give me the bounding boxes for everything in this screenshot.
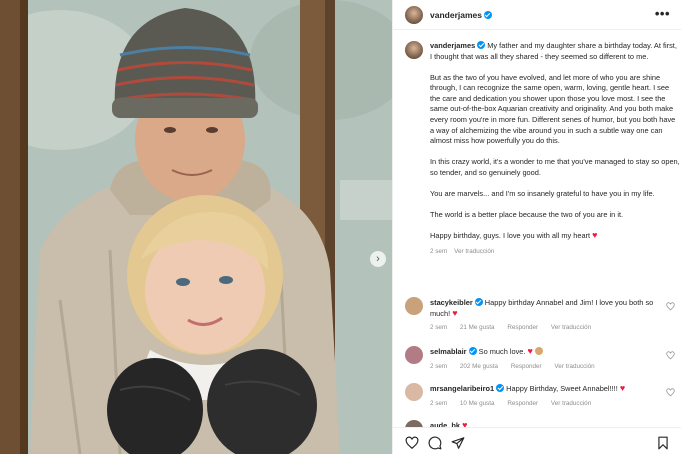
comment-likes[interactable]: 21 Me gusta (460, 324, 495, 331)
more-options-icon[interactable]: ••• (655, 6, 670, 21)
header-username[interactable]: vanderjames (430, 10, 482, 20)
verified-badge-icon (483, 11, 492, 19)
reply-button[interactable]: Responder (507, 324, 538, 331)
comment-likes[interactable]: 10 Me gusta (460, 400, 495, 407)
share-icon[interactable] (451, 436, 465, 450)
comment-text: Happy Birthday, Sweet Annabel!!!! (506, 384, 618, 393)
heart-icon[interactable] (666, 388, 675, 397)
avatar[interactable] (405, 383, 423, 401)
comment-time[interactable]: 2 sem (430, 363, 447, 370)
avatar[interactable] (405, 297, 423, 315)
translate-link[interactable]: Ver traducción (551, 400, 591, 407)
comment-icon[interactable] (428, 436, 442, 450)
avatar[interactable] (405, 41, 423, 59)
translate-link[interactable]: Ver traducción (554, 363, 594, 370)
verified-badge-icon (474, 298, 483, 306)
caption-paragraph: In this crazy world, it's a wonder to me… (430, 157, 680, 177)
verified-badge-icon (477, 41, 486, 49)
avatar[interactable] (405, 346, 423, 364)
comment-username[interactable]: selmablair (430, 347, 467, 356)
caption-username[interactable]: vanderjames (430, 41, 475, 50)
post-photo[interactable]: › (0, 0, 392, 454)
comments-scroll-area[interactable]: vanderjames My father and my daughter sh… (393, 31, 681, 427)
post-side-panel: vanderjames ••• vanderjames My father an… (392, 0, 681, 454)
post-header: vanderjames ••• (393, 0, 681, 30)
face-emoji-icon (534, 347, 543, 355)
photo-illustration (0, 0, 392, 454)
heart-icon[interactable] (405, 436, 419, 450)
heart-emoji: ♥ (592, 230, 598, 241)
bookmark-icon[interactable] (656, 436, 670, 450)
comment-time[interactable]: 2 sem (430, 324, 447, 331)
post-actions (393, 427, 681, 454)
avatar[interactable] (405, 6, 423, 24)
caption-time[interactable]: 2 sem (430, 248, 447, 255)
comment-username[interactable]: stacykeibler (430, 298, 473, 307)
comment-username[interactable]: mrsangelaribeiro1 (430, 384, 494, 393)
chevron-right-icon[interactable]: › (370, 251, 386, 267)
heart-icon[interactable] (666, 302, 675, 311)
translate-link[interactable]: Ver traducción (551, 324, 591, 331)
avatar[interactable] (405, 420, 423, 427)
caption-paragraph: The world is a better place because the … (430, 210, 624, 220)
verified-badge-icon (496, 384, 505, 392)
heart-icon[interactable] (666, 351, 675, 360)
heart-emoji: ♥ (462, 420, 468, 428)
caption-paragraph: But as the two of you have evolved, and … (430, 72, 676, 146)
comment-text: So much love. (478, 347, 526, 356)
reply-button[interactable]: Responder (507, 400, 538, 407)
caption-paragraph: You are marvels... and I'm so insanely g… (430, 189, 655, 199)
verified-badge-icon (468, 347, 477, 355)
heart-emoji: ♥ (527, 346, 533, 356)
heart-emoji: ♥ (452, 307, 458, 318)
caption-closing: Happy birthday, guys. I love you with al… (430, 231, 591, 241)
heart-emoji: ♥ (619, 383, 626, 393)
reply-button[interactable]: Responder (511, 363, 542, 370)
comment-time[interactable]: 2 sem (430, 400, 447, 407)
comment-likes[interactable]: 202 Me gusta (460, 363, 498, 370)
translate-link[interactable]: Ver traducción (454, 248, 494, 255)
